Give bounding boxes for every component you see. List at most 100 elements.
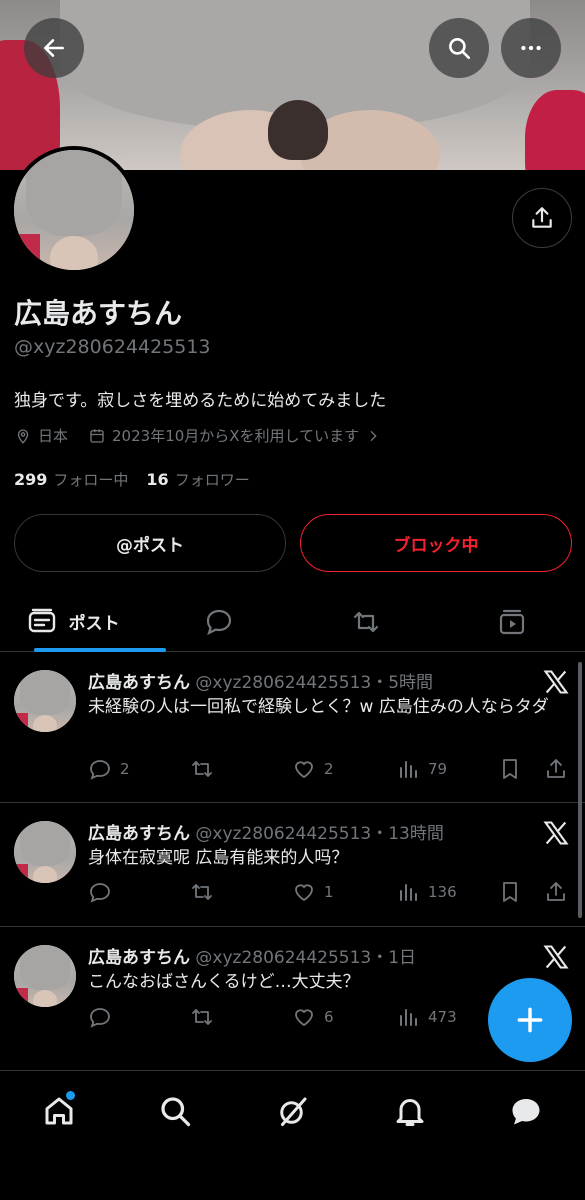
post-text: 未経験の人は一回私で経験しとく？w 広島住みの人ならタダ: [88, 697, 549, 717]
reply-icon: [90, 1008, 110, 1028]
bookmark-button[interactable]: [498, 880, 522, 904]
messages-icon[interactable]: [508, 1093, 544, 1129]
location-pin-icon: [17, 428, 29, 444]
post-header: 広島あすちん @xyz280624425513・13時間: [88, 819, 444, 844]
post-author-name[interactable]: 広島あすちん: [88, 948, 190, 968]
bookmark-icon: [503, 882, 517, 902]
arrow-left-icon: [44, 39, 64, 57]
heart-icon: [295, 1009, 313, 1027]
calendar-icon: [90, 428, 104, 443]
profile-location: 日本: [38, 427, 69, 445]
repost-icon: [192, 884, 212, 900]
more-icon: [521, 45, 541, 51]
profile-meta: 日本 2023年10月からXを利用しています: [14, 425, 381, 446]
post-meta: @xyz280624425513・5時間: [195, 673, 434, 693]
followers-link[interactable]: 16 フォロワー: [146, 469, 249, 490]
tab-posts-label: ポスト: [68, 614, 120, 634]
repost-icon: [192, 761, 212, 777]
reply-button[interactable]: [88, 1005, 112, 1029]
view-count: 79: [428, 760, 448, 778]
profile-handle: @xyz280624425513: [14, 336, 211, 358]
banner-shape: [525, 90, 585, 170]
views-button[interactable]: 473: [396, 1005, 457, 1029]
heart-icon: [295, 884, 313, 902]
mention-post-button[interactable]: @ポスト: [14, 514, 286, 572]
tab-posts[interactable]: ポスト: [0, 592, 167, 652]
post-header: 広島あすちん @xyz280624425513・5時間: [88, 668, 433, 693]
reply-button[interactable]: [88, 880, 112, 904]
like-button[interactable]: 1: [292, 880, 334, 904]
reply-count: 2: [120, 760, 130, 778]
search-icon[interactable]: [157, 1093, 193, 1129]
search-button[interactable]: [429, 18, 489, 78]
tab-reposts[interactable]: [293, 592, 439, 651]
like-count: 1: [324, 883, 334, 901]
following-label: フォロー中: [53, 471, 129, 489]
compose-button[interactable]: [488, 978, 572, 1062]
like-count: 2: [324, 760, 334, 778]
post-actions: 1 136: [88, 880, 573, 908]
repost-button[interactable]: [190, 757, 214, 781]
chevron-right-icon: [370, 430, 377, 441]
notification-dot: [66, 1091, 75, 1100]
share-icon: [532, 207, 552, 228]
tab-replies[interactable]: [146, 592, 292, 651]
analytics-icon: [400, 1009, 417, 1026]
posts-icon: [28, 608, 55, 632]
repost-button[interactable]: [190, 1005, 214, 1029]
post-avatar[interactable]: [14, 945, 76, 1007]
back-button[interactable]: [24, 18, 84, 78]
view-count: 136: [428, 883, 457, 901]
analytics-icon: [400, 884, 417, 901]
post-avatar[interactable]: [14, 821, 76, 883]
repost-button[interactable]: [190, 880, 214, 904]
analytics-icon: [400, 761, 417, 778]
view-count: 473: [428, 1008, 457, 1026]
views-button[interactable]: 136: [396, 880, 457, 904]
tab-media[interactable]: [439, 592, 585, 651]
x-logo-icon: [543, 945, 569, 969]
more-button[interactable]: [501, 18, 561, 78]
reply-icon: [90, 883, 110, 903]
banner-shape: [268, 100, 328, 160]
share-post-button[interactable]: [544, 757, 568, 781]
profile-name: 広島あすちん: [14, 297, 183, 330]
post-author-name[interactable]: 広島あすちん: [88, 824, 190, 844]
plus-icon: [517, 1007, 543, 1033]
blocked-button[interactable]: ブロック中: [300, 514, 572, 572]
video-icon: [499, 609, 524, 634]
post-avatar[interactable]: [14, 670, 76, 732]
post-item[interactable]: 広島あすちん @xyz280624425513・13時間 身体在寂寞呢 広島有能…: [0, 803, 585, 927]
like-button[interactable]: 6: [292, 1005, 334, 1029]
post-text: 身体在寂寞呢 広島有能来的人吗？: [88, 848, 349, 868]
share-icon: [547, 882, 565, 901]
reply-button[interactable]: 2: [88, 757, 130, 781]
like-count: 6: [324, 1008, 334, 1026]
share-button[interactable]: [512, 188, 572, 248]
followers-count: 16: [146, 470, 169, 489]
profile-banner[interactable]: [0, 0, 585, 170]
reply-icon: [90, 760, 110, 780]
views-button[interactable]: 79: [396, 757, 447, 781]
bell-icon[interactable]: [392, 1093, 428, 1129]
share-icon: [547, 759, 565, 778]
post-item[interactable]: 広島あすちん @xyz280624425513・5時間 未経験の人は一回私で経験…: [0, 652, 585, 803]
profile-joined[interactable]: 2023年10月からXを利用しています: [112, 425, 359, 446]
post-meta: @xyz280624425513・1日: [195, 948, 417, 968]
reply-bubble-icon: [207, 609, 232, 635]
post-author-name[interactable]: 広島あすちん: [88, 673, 190, 693]
post-meta: @xyz280624425513・13時間: [195, 824, 444, 844]
grok-icon[interactable]: [275, 1093, 311, 1129]
followers-label: フォロワー: [174, 471, 250, 489]
post-header: 広島あすちん @xyz280624425513・1日: [88, 943, 416, 968]
profile-avatar[interactable]: [10, 146, 138, 274]
like-button[interactable]: 2: [292, 757, 334, 781]
x-logo-icon: [543, 821, 569, 845]
share-post-button[interactable]: [544, 880, 568, 904]
scrollbar[interactable]: [578, 662, 582, 918]
bottom-navigation: [0, 1070, 585, 1200]
bookmark-button[interactable]: [498, 757, 522, 781]
bookmark-icon: [503, 759, 517, 779]
following-count: 299: [14, 470, 48, 489]
following-link[interactable]: 299 フォロー中: [14, 469, 128, 490]
